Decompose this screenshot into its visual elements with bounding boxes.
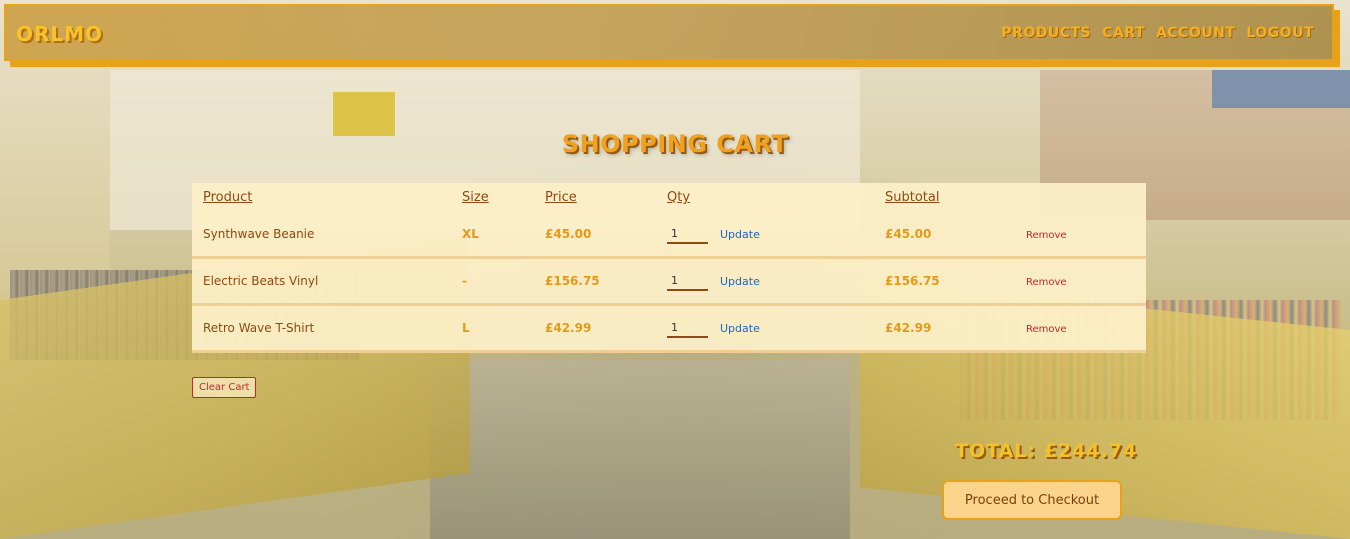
site-logo[interactable]: ORLMO bbox=[16, 22, 103, 46]
cart-table: Product Size Price Qty Subtotal Synthwav… bbox=[192, 183, 1146, 353]
product-name: Synthwave Beanie bbox=[192, 212, 451, 259]
column-header-qty: Qty bbox=[667, 190, 691, 205]
nav-cart[interactable]: Cart bbox=[1102, 25, 1145, 41]
row-subtotal: £156.75 bbox=[874, 257, 1015, 306]
page-title: Shopping Cart bbox=[561, 130, 789, 158]
product-price: £45.00 bbox=[534, 212, 656, 259]
qty-cell: Update bbox=[656, 257, 874, 306]
remove-link[interactable]: Remove bbox=[1026, 277, 1067, 288]
table-row: Retro Wave T-Shirt L £42.99 Update £42.9… bbox=[192, 304, 1146, 353]
update-link[interactable]: Update bbox=[720, 322, 760, 335]
row-subtotal: £42.99 bbox=[874, 304, 1015, 353]
nav-logout[interactable]: Logout bbox=[1246, 25, 1314, 41]
table-header-row: Product Size Price Qty Subtotal bbox=[192, 183, 1146, 212]
product-price: £42.99 bbox=[534, 304, 656, 353]
quantity-input[interactable] bbox=[667, 271, 708, 291]
row-subtotal: £45.00 bbox=[874, 212, 1015, 259]
product-price: £156.75 bbox=[534, 257, 656, 306]
column-header-subtotal: Subtotal bbox=[885, 190, 940, 205]
remove-link[interactable]: Remove bbox=[1026, 324, 1067, 335]
remove-link[interactable]: Remove bbox=[1026, 230, 1067, 241]
update-link[interactable]: Update bbox=[720, 228, 760, 241]
clear-cart-button[interactable]: Clear Cart bbox=[192, 377, 257, 398]
qty-cell: Update bbox=[656, 212, 874, 259]
column-header-size: Size bbox=[462, 190, 489, 205]
product-name: Electric Beats Vinyl bbox=[192, 257, 451, 306]
table-row: Electric Beats Vinyl - £156.75 Update £1… bbox=[192, 257, 1146, 306]
product-size: XL bbox=[451, 212, 534, 259]
nav-account[interactable]: Account bbox=[1156, 25, 1235, 41]
column-header-price: Price bbox=[545, 190, 577, 205]
table-row: Synthwave Beanie XL £45.00 Update £45.00… bbox=[192, 212, 1146, 259]
column-header-product: Product bbox=[203, 190, 253, 205]
product-size: - bbox=[451, 257, 534, 306]
qty-cell: Update bbox=[656, 304, 874, 353]
product-size: L bbox=[451, 304, 534, 353]
cart-table-panel: Product Size Price Qty Subtotal Synthwav… bbox=[192, 183, 1146, 353]
site-header: ORLMO Products Cart Account Logout bbox=[4, 4, 1334, 61]
product-name: Retro Wave T-Shirt bbox=[192, 304, 451, 353]
quantity-input[interactable] bbox=[667, 318, 708, 338]
column-header-actions bbox=[1015, 183, 1146, 212]
nav-products[interactable]: Products bbox=[1001, 25, 1091, 41]
cart-total: Total: £244.74 bbox=[955, 440, 1138, 462]
proceed-to-checkout-button[interactable]: Proceed to Checkout bbox=[942, 480, 1122, 520]
quantity-input[interactable] bbox=[667, 224, 708, 244]
update-link[interactable]: Update bbox=[720, 275, 760, 288]
main-nav: Products Cart Account Logout bbox=[1001, 25, 1314, 41]
